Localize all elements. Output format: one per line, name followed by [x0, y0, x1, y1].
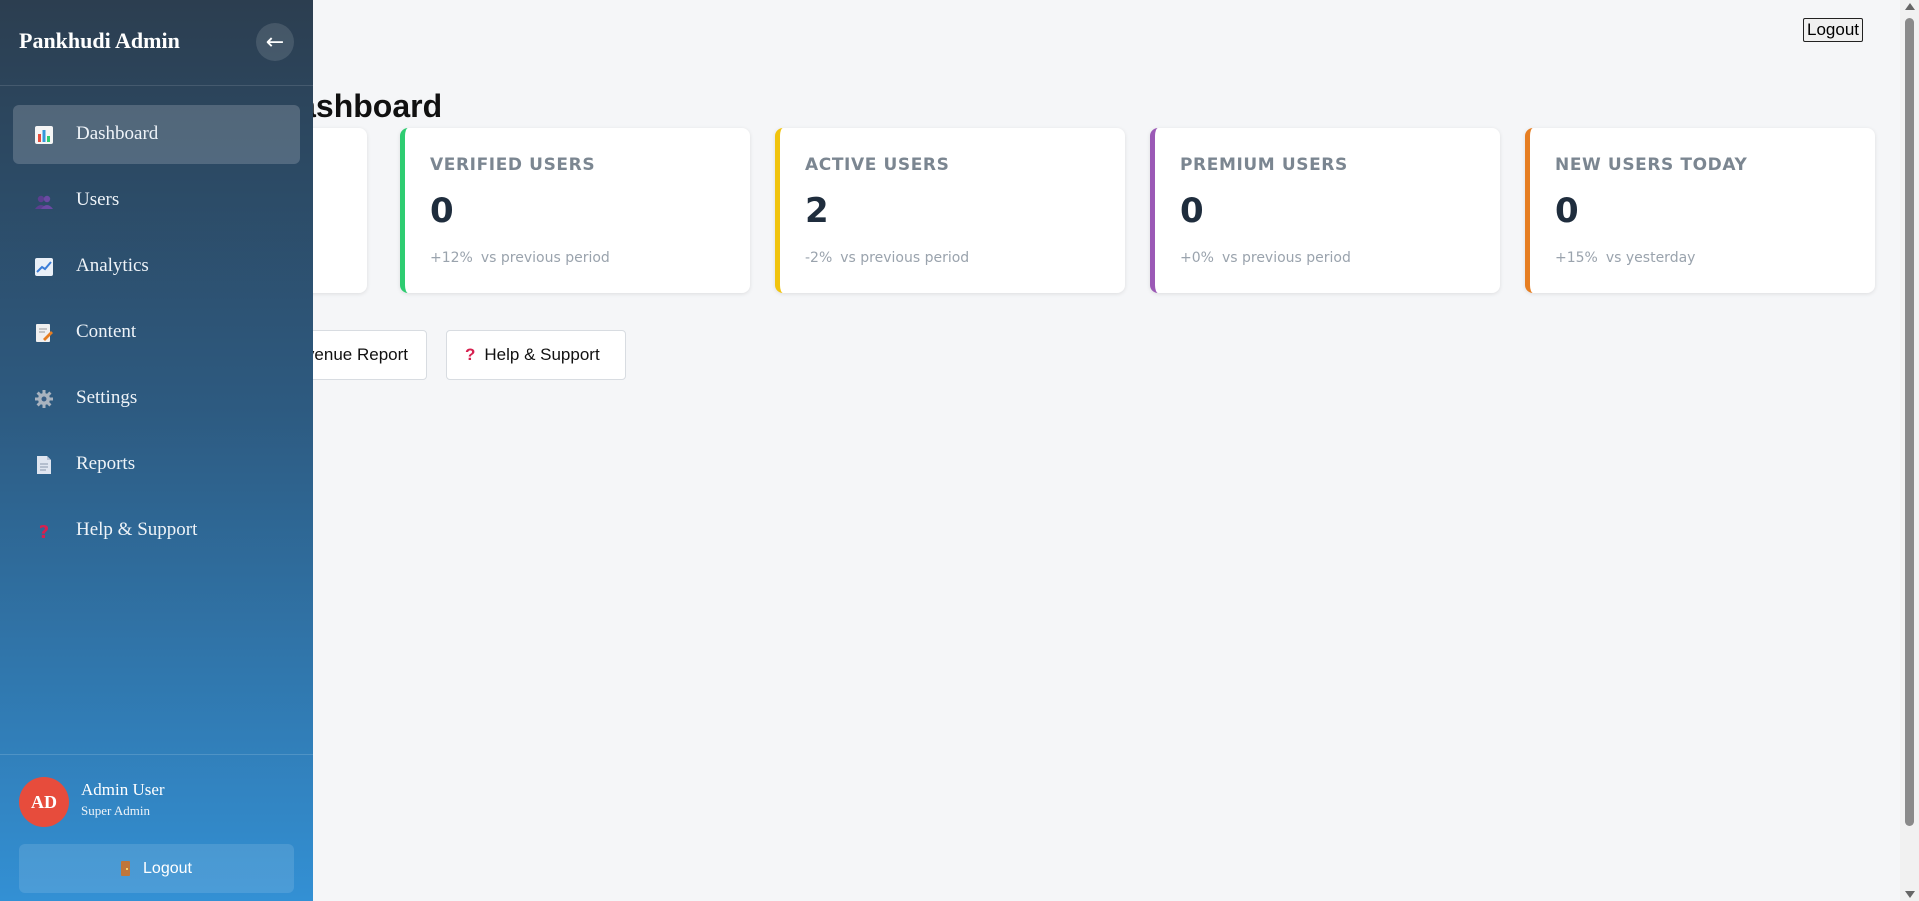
delta-text: vs previous period [1221, 250, 1351, 266]
delta-text: vs yesterday [1605, 250, 1696, 266]
sidebar-item-label: Reports [76, 453, 136, 474]
avatar[interactable]: AD [19, 777, 69, 827]
sidebar-item-help-support[interactable]: ? Help & Support [13, 501, 300, 560]
sidebar-footer: AD Admin User Super Admin Logout [0, 754, 313, 901]
delta-percent: -2% [805, 250, 833, 266]
sidebar-item-reports[interactable]: Reports [13, 435, 300, 494]
sidebar-item-label: Users [76, 189, 120, 210]
stat-card-label: New Users Today [1555, 155, 1748, 175]
stat-card-delta: +0% vs previous period [1180, 250, 1351, 266]
question-icon: ? [465, 345, 476, 364]
stat-card-value: 0 [1180, 191, 1204, 231]
bar-chart-icon [35, 126, 53, 144]
sidebar-item-analytics[interactable]: Analytics [13, 237, 300, 296]
stat-card-verified-users: Verified Users 0 +12% vs previous period [400, 128, 750, 293]
action-label: venue Report [305, 345, 408, 364]
delta-percent: +15% [1555, 250, 1598, 266]
stat-card-label: Premium Users [1180, 155, 1348, 175]
sidebar-item-users[interactable]: Users [13, 171, 300, 230]
question-icon: ? [39, 522, 49, 541]
sidebar-item-label: Dashboard [76, 123, 159, 144]
sidebar-item-label: Settings [76, 387, 138, 408]
stat-card-delta: -2% vs previous period [805, 250, 969, 266]
stat-card-active-users: Active Users 2 -2% vs previous period [775, 128, 1125, 293]
stat-card-premium-users: Premium Users 0 +0% vs previous period [1150, 128, 1500, 293]
sidebar-item-content[interactable]: Content [13, 303, 300, 362]
brand-title: Pankhudi Admin [19, 28, 180, 53]
stat-card-label: Active Users [805, 155, 950, 175]
scroll-down-arrow-icon[interactable] [1905, 891, 1915, 898]
sidebar-header: Pankhudi Admin ← [0, 0, 313, 86]
stat-card-value: 0 [430, 191, 454, 231]
sidebar-logout-button[interactable]: Logout [19, 844, 294, 893]
sidebar-item-label: Content [76, 321, 137, 342]
users-icon [35, 195, 53, 209]
door-icon [121, 861, 131, 876]
logout-label: Logout [143, 859, 192, 877]
stat-card-value: 0 [1555, 191, 1579, 231]
sidebar-item-dashboard[interactable]: Dashboard [13, 105, 300, 164]
delta-text: vs previous period [840, 250, 970, 266]
delta-percent: +12% [430, 250, 473, 266]
stat-card-label: Verified Users [430, 155, 596, 175]
document-icon [37, 456, 51, 474]
action-label: Help & Support [484, 345, 600, 364]
help-support-button[interactable]: ? Help & Support [446, 330, 626, 380]
scroll-thumb[interactable] [1905, 18, 1914, 826]
stat-card-delta: +12% vs previous period [430, 250, 610, 266]
stat-card-new-users-today: New Users Today 0 +15% vs yesterday [1525, 128, 1875, 293]
scroll-up-arrow-icon[interactable] [1905, 3, 1915, 10]
delta-percent: +0% [1180, 250, 1214, 266]
user-name: Admin User [81, 780, 165, 799]
stat-card-delta: +15% vs yesterday [1555, 250, 1695, 266]
stat-card-value: 2 [805, 191, 829, 231]
sidebar-item-label: Help & Support [76, 519, 198, 540]
sidebar-item-settings[interactable]: Settings [13, 369, 300, 428]
line-chart-icon [35, 258, 53, 276]
header-logout-button[interactable]: Logout [1803, 18, 1863, 42]
collapse-sidebar-button[interactable]: ← [256, 23, 294, 61]
delta-text: vs previous period [480, 250, 610, 266]
vertical-scrollbar[interactable] [1900, 0, 1919, 901]
edit-document-icon [36, 324, 53, 342]
user-role: Super Admin [81, 803, 150, 818]
gear-icon [35, 390, 53, 408]
arrow-left-icon: ← [265, 29, 285, 55]
sidebar: Pankhudi Admin ← Dashboard Users Analyti… [0, 0, 313, 901]
svg-text:?: ? [39, 522, 49, 541]
sidebar-item-label: Analytics [76, 255, 149, 276]
sidebar-nav: Dashboard Users Analytics Content Settin… [13, 105, 300, 567]
